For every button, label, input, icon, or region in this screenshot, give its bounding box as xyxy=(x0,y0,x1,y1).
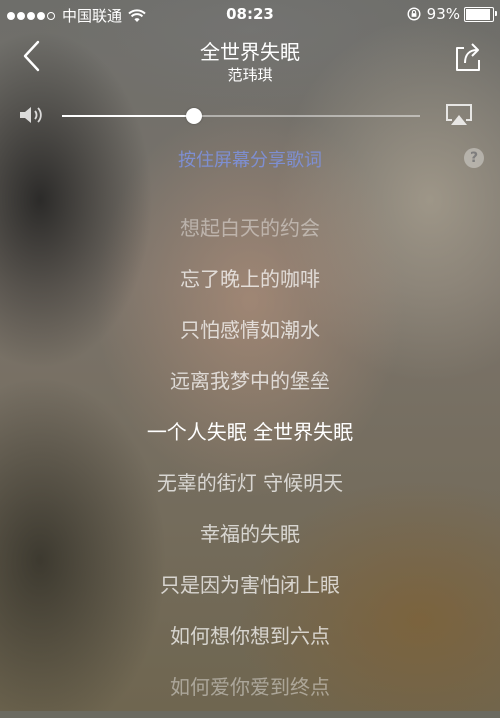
lyric-line: 只是因为害怕闭上眼 xyxy=(160,573,340,597)
volume-slider[interactable] xyxy=(62,108,420,124)
share-lyrics-hint[interactable]: 按住屏幕分享歌词 xyxy=(0,146,500,172)
player-header: 全世界失眠 范玮琪 xyxy=(0,30,500,90)
status-bar: 中国联通 08:23 93% xyxy=(0,0,500,28)
lyric-line: 如何爱你爱到终点 xyxy=(170,675,330,699)
lyric-line: 无辜的街灯 守候明天 xyxy=(156,471,344,495)
status-right: 93% xyxy=(407,5,497,23)
artist-name: 范玮琪 xyxy=(227,66,273,84)
lyric-line: 如何想你想到六点 xyxy=(170,624,330,648)
airplay-icon[interactable] xyxy=(444,102,474,128)
rotation-lock-icon xyxy=(407,7,421,21)
lyric-line: 想起白天的约会 xyxy=(180,216,320,240)
battery-nub xyxy=(495,10,497,16)
share-icon[interactable] xyxy=(450,38,484,74)
lyric-line: 远离我梦中的堡垒 xyxy=(170,369,330,393)
lyrics-list[interactable]: 想起白天的约会 忘了晚上的咖啡 只怕感情如潮水 远离我梦中的堡垒 一个人失眠 全世界失眠… xyxy=(0,208,500,718)
battery-icon xyxy=(464,6,497,22)
speaker-icon xyxy=(20,107,42,123)
lyric-line-current: 一个人失眠 全世界失眠 xyxy=(146,420,354,444)
song-title: 全世界失眠 xyxy=(200,40,300,64)
volume-slider-fill xyxy=(62,115,195,117)
help-icon[interactable]: ? xyxy=(464,148,484,168)
lyric-line: 只怕感情如潮水 xyxy=(180,318,320,342)
lyric-line: 幸福的失眠 xyxy=(200,522,300,546)
lyric-line: 忘了晚上的咖啡 xyxy=(180,267,320,291)
volume-row xyxy=(0,96,500,136)
battery-fill xyxy=(466,8,491,20)
battery-percent: 93% xyxy=(426,5,460,23)
volume-slider-thumb[interactable] xyxy=(186,108,203,124)
